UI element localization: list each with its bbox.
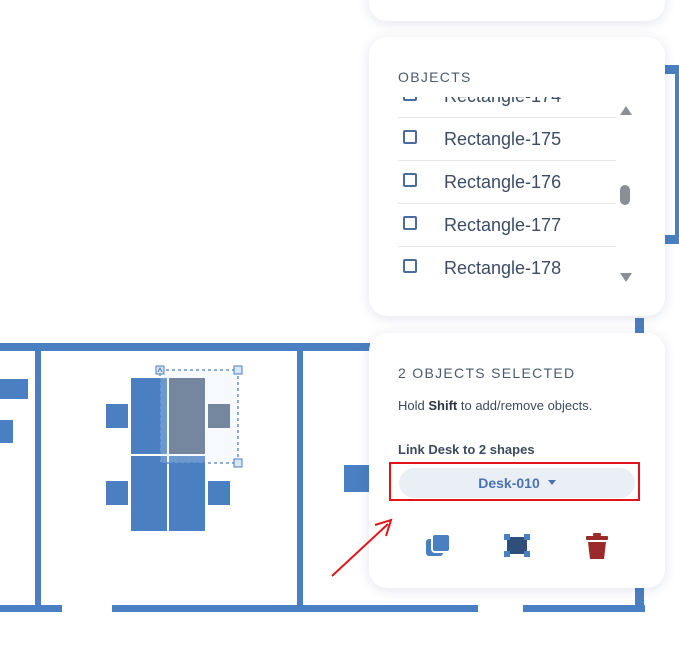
annotation-highlight-box: [389, 462, 640, 501]
wall-top-horizontal: [0, 343, 370, 351]
desk-shape-bottom-right[interactable]: [169, 456, 205, 531]
scroll-down-arrow-icon[interactable]: [620, 273, 632, 282]
wall-middle-vertical: [297, 343, 303, 610]
wall-left-vertical: [35, 343, 41, 610]
link-desk-label: Link Desk to 2 shapes: [398, 442, 535, 457]
list-item[interactable]: Rectangle-177: [398, 204, 616, 247]
selection-panel: 2 OBJECTS SELECTED Hold Shift to add/rem…: [369, 333, 665, 588]
hint-suffix: to add/remove objects.: [457, 398, 593, 413]
chair-shape-left-top[interactable]: [106, 404, 128, 428]
objects-list-viewport[interactable]: Rectangle-174 Rectangle-175 Rectangle-17…: [398, 97, 616, 280]
selection-hint: Hold Shift to add/remove objects.: [398, 398, 592, 413]
checkbox[interactable]: [403, 130, 417, 144]
list-item-label: Rectangle-176: [444, 172, 562, 192]
wall-bottom-right: [523, 605, 645, 612]
desk-shape-bottom-left[interactable]: [131, 456, 167, 531]
selection-box: [159, 369, 239, 464]
list-item-label: Rectangle-175: [444, 129, 562, 149]
list-item[interactable]: Rectangle-175: [398, 118, 616, 161]
wall-bottom-left: [0, 605, 62, 612]
scrollbar-thumb[interactable]: [620, 185, 630, 205]
checkbox[interactable]: [403, 173, 417, 187]
desk-shape-left-2[interactable]: [0, 420, 13, 443]
selection-handle-bottom-right[interactable]: [233, 458, 243, 468]
chair-shape-right[interactable]: [344, 465, 369, 492]
list-item-label: Rectangle-178: [444, 258, 562, 278]
scroll-up-arrow-icon[interactable]: [620, 106, 632, 115]
annotation-arrow-icon: [331, 518, 393, 577]
hint-key: Shift: [428, 398, 458, 413]
checkbox[interactable]: [403, 97, 417, 101]
chair-shape-left-bottom[interactable]: [106, 481, 128, 505]
selection-handle-top-right[interactable]: [233, 365, 243, 375]
objects-panel-title: OBJECTS: [398, 69, 472, 85]
group-icon[interactable]: [502, 531, 532, 561]
hint-prefix: Hold: [398, 398, 429, 413]
checkbox[interactable]: [403, 259, 417, 273]
list-item[interactable]: Rectangle-174: [398, 97, 616, 118]
wall-bottom-middle: [112, 605, 478, 612]
list-item-label: Rectangle-174: [444, 97, 561, 107]
list-item[interactable]: Rectangle-178: [398, 247, 616, 280]
trash-icon[interactable]: [582, 531, 612, 561]
desk-shape-left-1[interactable]: [0, 379, 28, 399]
list-item[interactable]: Rectangle-176: [398, 161, 616, 204]
objects-panel: OBJECTS Rectangle-174 Rectangle-175 Rect…: [369, 37, 665, 316]
chair-shape-right-bottom[interactable]: [208, 481, 230, 505]
selection-panel-title: 2 OBJECTS SELECTED: [398, 365, 576, 381]
checkbox[interactable]: [403, 216, 417, 230]
list-item-label: Rectangle-177: [444, 215, 562, 235]
objects-list: Rectangle-174 Rectangle-175 Rectangle-17…: [398, 97, 616, 280]
top-panel-card: [369, 0, 665, 21]
duplicate-icon[interactable]: [423, 531, 453, 561]
